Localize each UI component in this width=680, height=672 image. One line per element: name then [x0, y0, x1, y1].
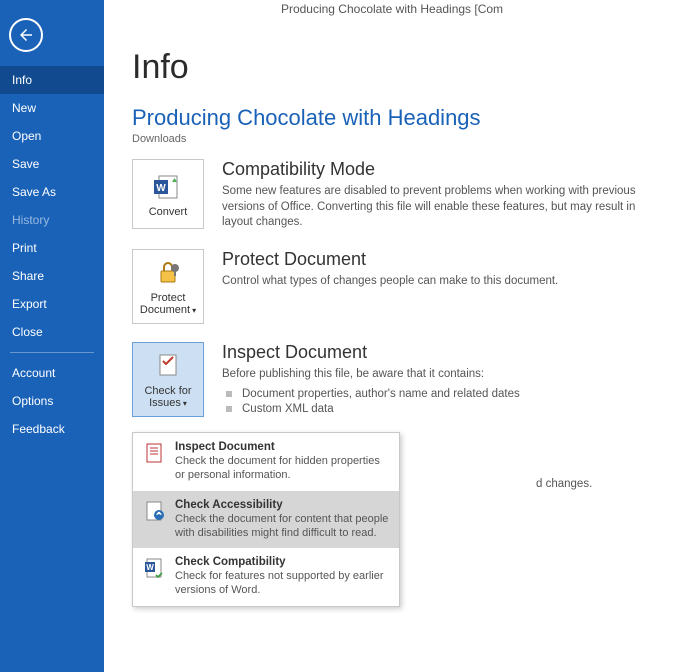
sidebar-item-open[interactable]: Open: [0, 122, 104, 150]
backstage-sidebar: InfoNewOpenSaveSave AsHistoryPrintShareE…: [0, 0, 104, 672]
lock-icon: [152, 256, 184, 288]
menu-item-desc: Check for features not supported by earl…: [175, 569, 389, 598]
protect-document-button[interactable]: Protect Document▾: [132, 249, 204, 324]
check-issues-button[interactable]: Check for Issues▾: [132, 342, 204, 417]
convert-button[interactable]: W Convert: [132, 159, 204, 229]
svg-text:W: W: [146, 563, 154, 572]
back-button[interactable]: [9, 18, 43, 52]
menu-item-title: Check Accessibility: [175, 499, 389, 511]
menu-item-icon: W: [143, 556, 167, 580]
protect-body: Control what types of changes people can…: [222, 274, 652, 290]
inspect-list: Document properties, author's name and r…: [222, 386, 652, 416]
arrow-left-icon: [17, 26, 35, 44]
inspect-section: Check for Issues▾ Inspect Document Befor…: [132, 342, 652, 417]
protect-label: Protect Document▾: [137, 292, 199, 317]
check-issues-label: Check for Issues▾: [137, 385, 199, 410]
document-title: Producing Chocolate with Headings: [132, 105, 652, 131]
menu-item-check-accessibility[interactable]: Check AccessibilityCheck the document fo…: [133, 491, 399, 549]
page-title: Info: [132, 48, 652, 87]
compatibility-section: W Convert Compatibility Mode Some new fe…: [132, 159, 652, 231]
sidebar-item-save-as[interactable]: Save As: [0, 178, 104, 206]
inspect-list-item: Custom XML data: [222, 401, 652, 416]
document-location: Downloads: [132, 133, 652, 145]
sidebar-item-account[interactable]: Account: [0, 359, 104, 387]
word-convert-icon: W: [152, 170, 184, 202]
compat-heading: Compatibility Mode: [222, 159, 652, 180]
sidebar-separator: [10, 352, 94, 353]
inspect-trailing-text: d changes.: [536, 478, 592, 490]
chevron-down-icon: ▾: [183, 399, 187, 408]
inspect-intro: Before publishing this file, be aware th…: [222, 367, 652, 383]
svg-text:W: W: [156, 183, 166, 194]
check-issues-icon: [152, 349, 184, 381]
sidebar-item-close[interactable]: Close: [0, 318, 104, 346]
inspect-list-item: Document properties, author's name and r…: [222, 386, 652, 401]
sidebar-item-print[interactable]: Print: [0, 234, 104, 262]
menu-item-desc: Check the document for hidden properties…: [175, 454, 389, 483]
protect-section: Protect Document▾ Protect Document Contr…: [132, 249, 652, 324]
menu-item-inspect-document[interactable]: Inspect DocumentCheck the document for h…: [133, 433, 399, 491]
inspect-heading: Inspect Document: [222, 342, 652, 363]
sidebar-item-share[interactable]: Share: [0, 262, 104, 290]
compat-body: Some new features are disabled to preven…: [222, 184, 652, 231]
chevron-down-icon: ▾: [192, 306, 196, 315]
sidebar-item-info[interactable]: Info: [0, 66, 104, 94]
sidebar-item-new[interactable]: New: [0, 94, 104, 122]
menu-item-desc: Check the document for content that peop…: [175, 512, 389, 541]
sidebar-item-options[interactable]: Options: [0, 387, 104, 415]
sidebar-item-export[interactable]: Export: [0, 290, 104, 318]
menu-item-icon: [143, 441, 167, 465]
sidebar-item-feedback[interactable]: Feedback: [0, 415, 104, 443]
convert-label: Convert: [149, 206, 188, 219]
menu-item-title: Check Compatibility: [175, 556, 389, 568]
sidebar-item-history: History: [0, 206, 104, 234]
menu-item-check-compatibility[interactable]: W Check CompatibilityCheck for features n…: [133, 548, 399, 606]
sidebar-item-save[interactable]: Save: [0, 150, 104, 178]
protect-heading: Protect Document: [222, 249, 652, 270]
menu-item-icon: [143, 499, 167, 523]
menu-item-title: Inspect Document: [175, 441, 389, 453]
check-issues-menu: Inspect DocumentCheck the document for h…: [132, 432, 400, 607]
